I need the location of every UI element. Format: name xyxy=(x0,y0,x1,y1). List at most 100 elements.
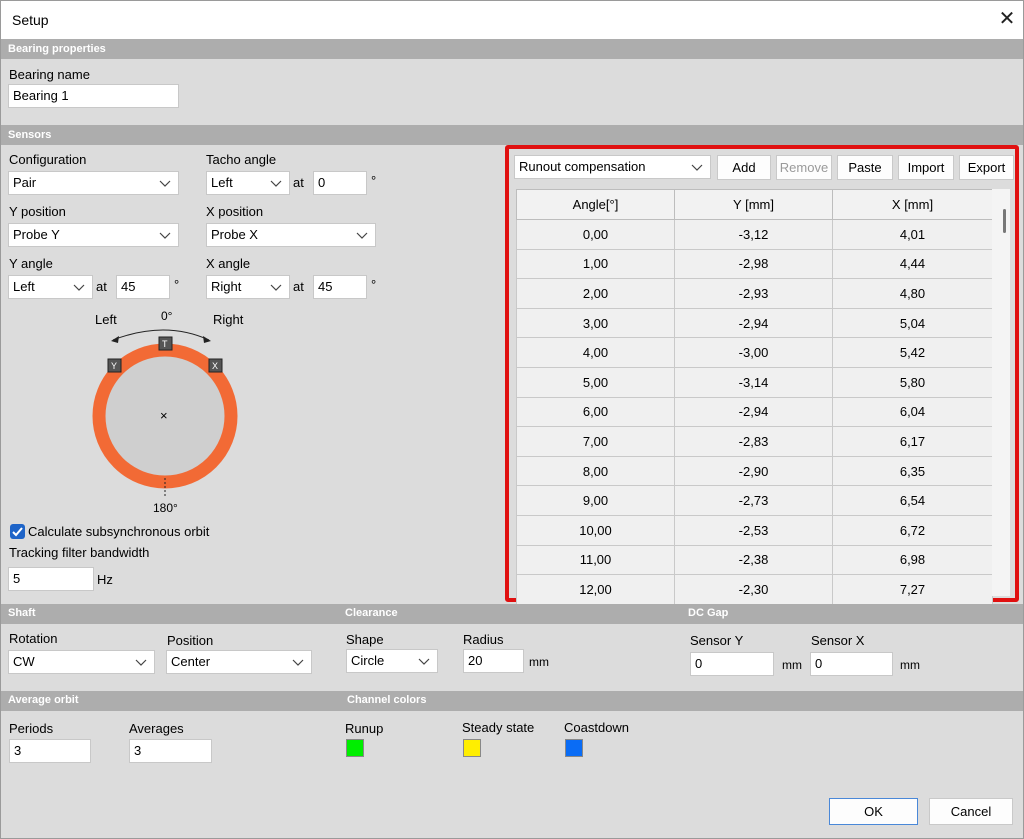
cell-y[interactable]: -2,30 xyxy=(674,574,833,605)
table-row[interactable]: 10,00 -2,53 6,72 xyxy=(516,514,993,546)
column-header-angle[interactable]: Angle[°] xyxy=(516,189,675,220)
runup-color-swatch[interactable] xyxy=(346,739,364,757)
table-row[interactable]: 0,00 -3,12 4,01 xyxy=(516,219,993,250)
cell-angle[interactable]: 3,00 xyxy=(516,307,675,339)
x-angle-input[interactable]: 45 xyxy=(313,275,367,299)
configuration-select[interactable]: Pair xyxy=(8,171,179,195)
table-row[interactable]: 9,00 -2,73 6,54 xyxy=(516,485,993,516)
table-row[interactable]: 2,00 -2,93 4,80 xyxy=(516,278,993,309)
column-header-y[interactable]: Y [mm] xyxy=(674,189,833,220)
radius-input[interactable]: 20 xyxy=(463,649,524,673)
section-clearance: Clearance xyxy=(345,607,398,619)
chevron-down-icon xyxy=(691,164,703,171)
cell-x[interactable]: 6,72 xyxy=(832,514,993,546)
shape-select[interactable]: Circle xyxy=(346,649,438,673)
cell-x[interactable]: 7,27 xyxy=(832,574,993,605)
cell-angle[interactable]: 7,00 xyxy=(516,426,675,457)
cell-x[interactable]: 6,35 xyxy=(832,455,993,487)
bearing-name-input[interactable]: Bearing 1 xyxy=(8,84,179,108)
cell-y[interactable]: -2,94 xyxy=(674,396,833,428)
import-button[interactable]: Import xyxy=(898,155,954,180)
cell-y[interactable]: -2,53 xyxy=(674,514,833,546)
tacho-direction-select[interactable]: Left xyxy=(206,171,290,195)
cell-y[interactable]: -2,94 xyxy=(674,307,833,339)
rotation-label: Rotation xyxy=(9,631,58,646)
cell-angle[interactable]: 6,00 xyxy=(516,396,675,428)
sensor-x-input[interactable]: 0 xyxy=(810,652,893,676)
cell-x[interactable]: 5,80 xyxy=(832,366,993,398)
subsync-checkbox[interactable] xyxy=(10,524,25,539)
sensor-y-input[interactable]: 0 xyxy=(690,652,774,676)
table-scrollbar[interactable] xyxy=(992,189,1010,596)
center-mark: × xyxy=(160,408,168,423)
cell-x[interactable]: 6,54 xyxy=(832,485,993,516)
cell-angle[interactable]: 8,00 xyxy=(516,455,675,487)
close-icon[interactable]: ✕ xyxy=(995,7,1019,31)
column-header-x[interactable]: X [mm] xyxy=(832,189,993,220)
paste-button[interactable]: Paste xyxy=(837,155,893,180)
cell-y[interactable]: -2,90 xyxy=(674,455,833,487)
cell-y[interactable]: -2,73 xyxy=(674,485,833,516)
cell-x[interactable]: 5,42 xyxy=(832,337,993,368)
table-row[interactable]: 8,00 -2,90 6,35 xyxy=(516,455,993,487)
table-row[interactable]: 7,00 -2,83 6,17 xyxy=(516,426,993,457)
export-button[interactable]: Export xyxy=(959,155,1014,180)
cancel-button[interactable]: Cancel xyxy=(929,798,1013,825)
averages-input[interactable]: 3 xyxy=(129,739,212,763)
table-row[interactable]: 4,00 -3,00 5,42 xyxy=(516,337,993,368)
position-select[interactable]: Center xyxy=(166,650,312,674)
table-row[interactable]: 3,00 -2,94 5,04 xyxy=(516,307,993,339)
cell-y[interactable]: -2,98 xyxy=(674,248,833,280)
y-angle-direction-select[interactable]: Left xyxy=(8,275,93,299)
table-row[interactable]: 5,00 -3,14 5,80 xyxy=(516,366,993,398)
cell-angle[interactable]: 10,00 xyxy=(516,514,675,546)
cell-y[interactable]: -3,12 xyxy=(674,219,833,250)
add-button[interactable]: Add xyxy=(717,155,771,180)
tracking-filter-input[interactable]: 5 xyxy=(8,567,94,591)
x-angle-direction-value: Right xyxy=(211,279,242,294)
cell-angle[interactable]: 2,00 xyxy=(516,278,675,309)
cell-x[interactable]: 6,17 xyxy=(832,426,993,457)
cell-x[interactable]: 5,04 xyxy=(832,307,993,339)
x-tag: X xyxy=(212,361,218,371)
scrollbar-thumb[interactable] xyxy=(1003,209,1006,233)
cell-y[interactable]: -2,38 xyxy=(674,544,833,576)
cell-angle[interactable]: 12,00 xyxy=(516,574,675,605)
x-position-select[interactable]: Probe X xyxy=(206,223,376,247)
cell-x[interactable]: 6,04 xyxy=(832,396,993,428)
cell-x[interactable]: 4,80 xyxy=(832,278,993,309)
x-angle-direction-select[interactable]: Right xyxy=(206,275,290,299)
ok-button[interactable]: OK xyxy=(829,798,918,825)
cell-x[interactable]: 4,44 xyxy=(832,248,993,280)
section-average-orbit: Average orbit xyxy=(8,694,79,706)
rotation-select[interactable]: CW xyxy=(8,650,155,674)
table-row[interactable]: 12,00 -2,30 7,27 xyxy=(516,574,993,605)
remove-button[interactable]: Remove xyxy=(776,155,832,180)
table-row[interactable]: 1,00 -2,98 4,44 xyxy=(516,248,993,280)
cell-y[interactable]: -3,14 xyxy=(674,366,833,398)
sensor-y-label: Sensor Y xyxy=(690,633,744,648)
cell-angle[interactable]: 5,00 xyxy=(516,366,675,398)
tacho-angle-input[interactable]: 0 xyxy=(313,171,367,195)
cell-y[interactable]: -3,00 xyxy=(674,337,833,368)
rotation-value: CW xyxy=(13,654,35,669)
cell-y[interactable]: -2,83 xyxy=(674,426,833,457)
cell-angle[interactable]: 4,00 xyxy=(516,337,675,368)
y-angle-input[interactable]: 45 xyxy=(116,275,170,299)
table-row[interactable]: 6,00 -2,94 6,04 xyxy=(516,396,993,428)
section-bearing-properties: Bearing properties xyxy=(1,39,1023,59)
runout-mode-value: Runout compensation xyxy=(519,159,646,174)
steady-state-color-swatch[interactable] xyxy=(463,739,481,757)
periods-input[interactable]: 3 xyxy=(9,739,91,763)
runout-mode-select[interactable]: Runout compensation xyxy=(514,155,711,179)
cell-angle[interactable]: 1,00 xyxy=(516,248,675,280)
cell-x[interactable]: 4,01 xyxy=(832,219,993,250)
cell-x[interactable]: 6,98 xyxy=(832,544,993,576)
cell-angle[interactable]: 11,00 xyxy=(516,544,675,576)
table-row[interactable]: 11,00 -2,38 6,98 xyxy=(516,544,993,576)
cell-y[interactable]: -2,93 xyxy=(674,278,833,309)
y-position-select[interactable]: Probe Y xyxy=(8,223,179,247)
coastdown-color-swatch[interactable] xyxy=(565,739,583,757)
cell-angle[interactable]: 9,00 xyxy=(516,485,675,516)
cell-angle[interactable]: 0,00 xyxy=(516,219,675,250)
